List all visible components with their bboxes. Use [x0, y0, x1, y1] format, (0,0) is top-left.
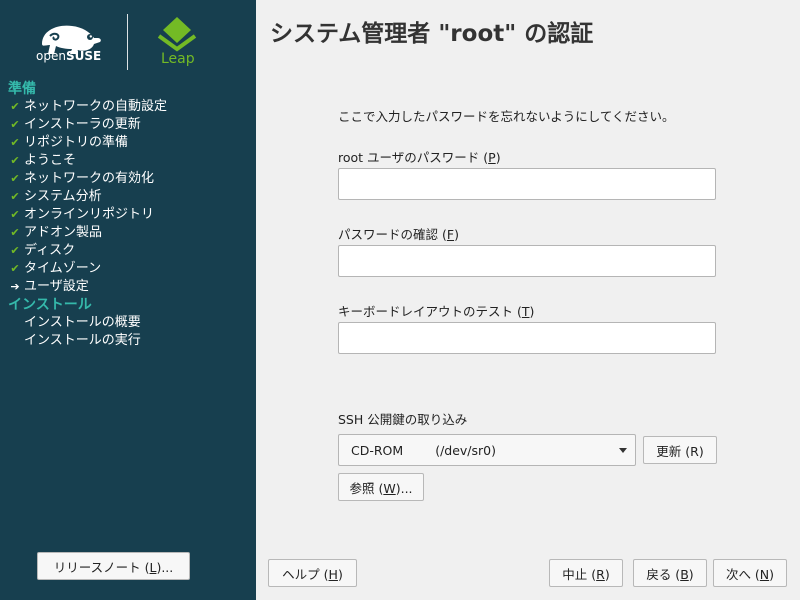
password-field[interactable] — [338, 168, 716, 200]
confirm-password-label: パスワードの確認 (F) — [338, 227, 459, 242]
abort-button[interactable]: 中止 (R) — [549, 559, 623, 587]
step-heading-preparation: 準備 — [8, 81, 36, 97]
page-title: システム管理者 "root" の認証 — [270, 21, 594, 47]
info-text: ここで入力したパスワードを忘れないようにしてください。 — [338, 109, 675, 124]
ssh-device-path: (/dev/sr0) — [435, 442, 496, 458]
step-addon-products: ✔ アドオン製品 — [8, 224, 256, 242]
release-notes-button[interactable]: リリースノート (L)... — [37, 552, 190, 580]
check-icon: ✔ — [10, 118, 20, 131]
keyboard-test-field[interactable] — [338, 322, 716, 354]
step-user-settings: ➔ ユーザ設定 — [8, 278, 256, 296]
ssh-device-select[interactable]: CD-ROM (/dev/sr0) — [338, 434, 636, 466]
back-button[interactable]: 戻る (B) — [633, 559, 707, 587]
check-icon: ✔ — [10, 244, 20, 257]
opensuse-wordmark: openSUSE — [36, 49, 102, 63]
check-icon: ✔ — [10, 208, 20, 221]
step-network-activation: ✔ ネットワークの有効化 — [8, 170, 256, 188]
password-label: root ユーザのパスワード (P) — [338, 150, 501, 165]
arrow-right-icon: ➔ — [10, 280, 20, 293]
check-icon: ✔ — [10, 226, 20, 239]
check-icon: ✔ — [10, 190, 20, 203]
browse-button[interactable]: 参照 (W)... — [338, 473, 424, 501]
confirm-password-field[interactable] — [338, 245, 716, 277]
step-repositories: ✔ リポジトリの準備 — [8, 134, 256, 152]
ssh-device-name: CD-ROM — [351, 442, 404, 458]
step-heading-installation: インストール — [8, 297, 92, 313]
step-timezone: ✔ タイムゾーン — [8, 260, 256, 278]
check-icon: ✔ — [10, 100, 20, 113]
ssh-import-label: SSH 公開鍵の取り込み — [338, 412, 468, 427]
leap-logo-icon — [157, 17, 197, 52]
help-button[interactable]: ヘルプ (H) — [268, 559, 357, 587]
step-installer-update: ✔ インストーラの更新 — [8, 116, 256, 134]
step-installation-overview: インストールの概要 — [24, 315, 141, 330]
refresh-button[interactable]: 更新 (R) — [643, 436, 717, 464]
keyboard-test-label: キーボードレイアウトのテスト (T) — [338, 304, 535, 319]
step-online-repositories: ✔ オンラインリポジトリ — [8, 206, 256, 224]
check-icon: ✔ — [10, 262, 20, 275]
step-network-autoconfig: ✔ ネットワークの自動設定 — [8, 98, 256, 116]
check-icon: ✔ — [10, 172, 20, 185]
leap-wordmark: Leap — [161, 51, 195, 67]
next-button[interactable]: 次へ (N) — [713, 559, 787, 587]
step-perform-installation: インストールの実行 — [24, 333, 141, 348]
dropdown-arrow-icon — [619, 448, 627, 453]
step-system-analysis: ✔ システム分析 — [8, 188, 256, 206]
step-welcome: ✔ ようこそ — [8, 152, 256, 170]
logo-area: openSUSE Leap — [0, 0, 256, 78]
check-icon: ✔ — [10, 136, 20, 149]
installation-steps: 準備 ✔ ネットワークの自動設定 ✔ インストーラの更新 ✔ リポジトリの準備 ✔ よう… — [8, 80, 256, 350]
check-icon: ✔ — [10, 154, 20, 167]
logo-divider — [127, 14, 128, 70]
sidebar: openSUSE Leap 準備 ✔ ネットワークの自動設定 ✔ インストーラの更新… — [0, 0, 256, 600]
step-disk: ✔ ディスク — [8, 242, 256, 260]
